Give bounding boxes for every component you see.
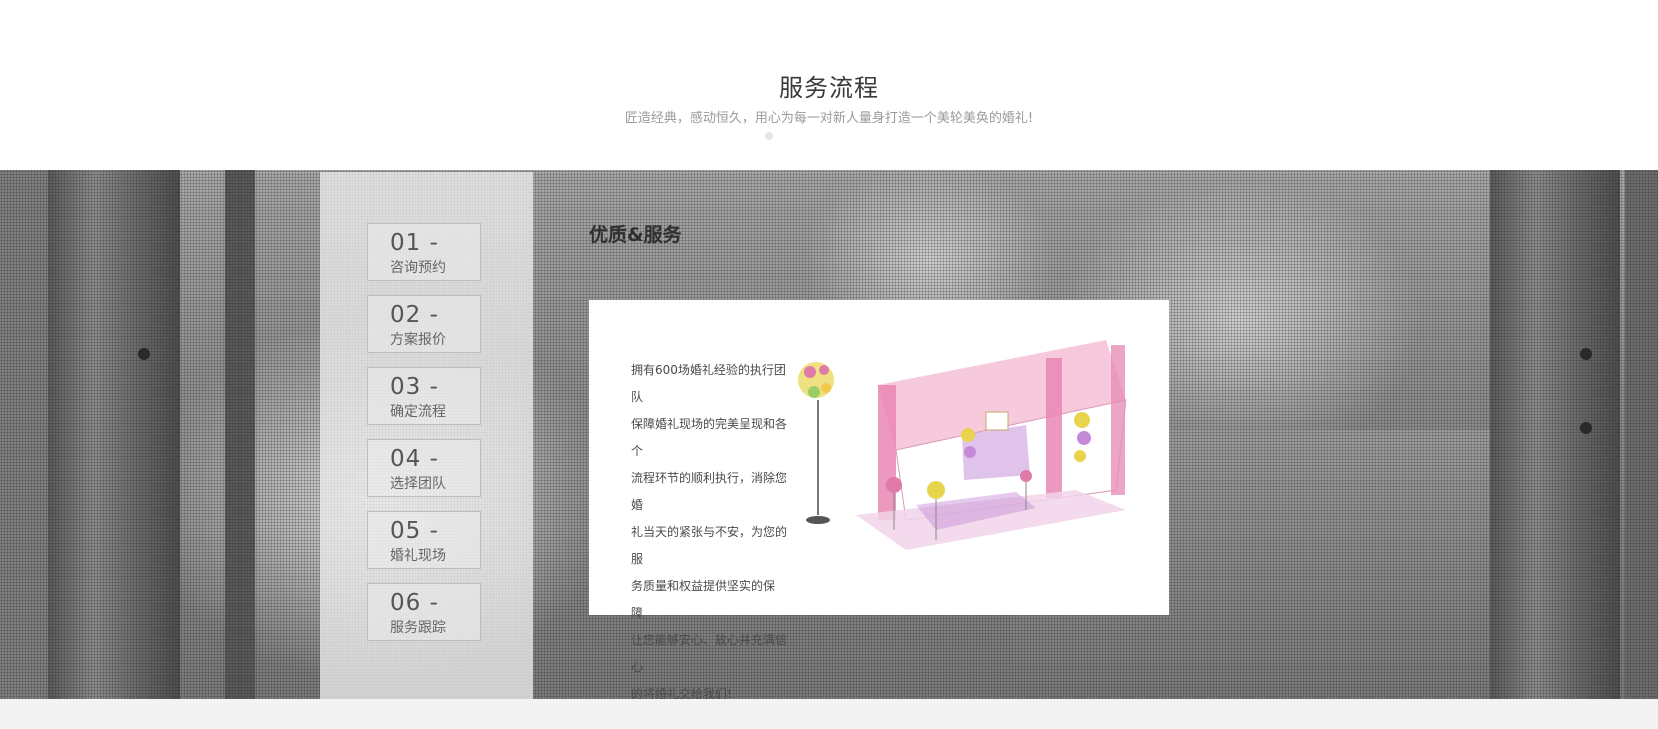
step-03[interactable]: 03 - 确定流程 <box>367 367 481 425</box>
step-number: 06 - <box>390 590 439 616</box>
step-label: 选择团队 <box>390 476 446 492</box>
divider-dot <box>765 132 773 140</box>
step-label: 婚礼现场 <box>390 548 446 564</box>
step-04[interactable]: 04 - 选择团队 <box>367 439 481 497</box>
step-02[interactable]: 02 - 方案报价 <box>367 295 481 353</box>
page-subtitle: 匠造经典，感动恒久，用心为每一对新人量身打造一个美轮美奂的婚礼! <box>624 111 1034 126</box>
step-label: 确定流程 <box>390 404 446 420</box>
step-label: 服务跟踪 <box>390 620 446 636</box>
step-number: 03 - <box>390 374 439 400</box>
step-label: 方案报价 <box>390 332 446 348</box>
wedding-stage-sketch-icon <box>786 340 1150 562</box>
footer-strip <box>0 699 1658 729</box>
content-heading: 优质&服务 <box>589 224 682 246</box>
step-number: 01 - <box>390 230 439 256</box>
step-number: 05 - <box>390 518 439 544</box>
step-06[interactable]: 06 - 服务跟踪 <box>367 583 481 641</box>
step-01[interactable]: 01 - 咨询预约 <box>367 223 481 281</box>
step-number: 04 - <box>390 446 439 472</box>
page-title: 服务流程 <box>779 74 879 102</box>
section-header: 服务流程 匠造经典，感动恒久，用心为每一对新人量身打造一个美轮美奂的婚礼! <box>0 0 1658 170</box>
step-05[interactable]: 05 - 婚礼现场 <box>367 511 481 569</box>
service-description: 拥有600场婚礼经验的执行团 队 保障婚礼现场的完美呈现和各 个 流程环节的顺利… <box>631 363 788 701</box>
step-number: 02 - <box>390 302 439 328</box>
step-label: 咨询预约 <box>390 260 446 276</box>
